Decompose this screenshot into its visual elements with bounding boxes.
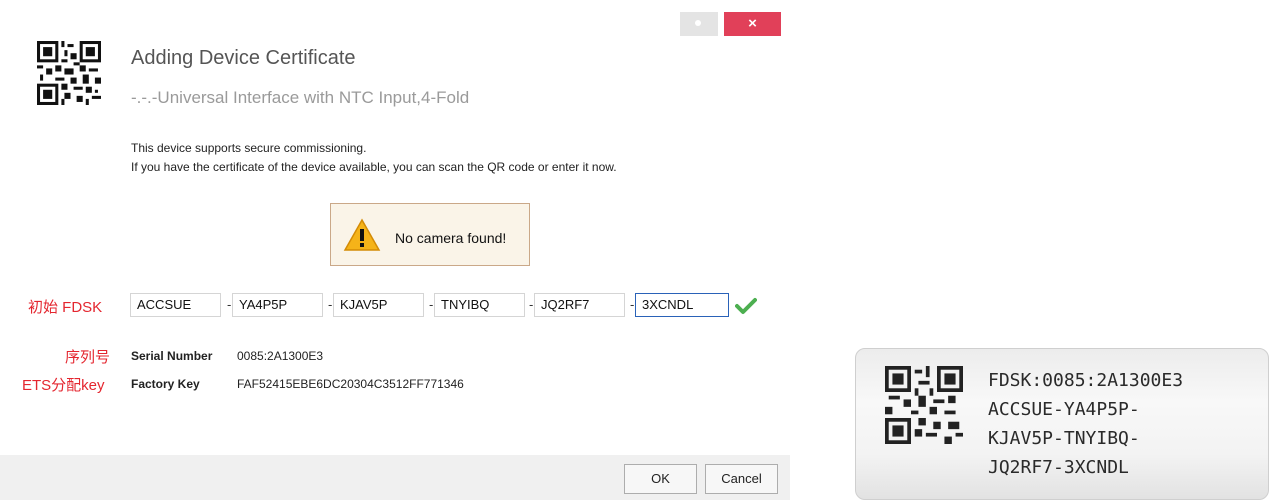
window-minimize-button[interactable] (680, 12, 718, 36)
description-line-2: If you have the certificate of the devic… (131, 160, 617, 174)
warning-icon (343, 218, 381, 251)
fdsk-annotation: 初始 FDSK (28, 299, 103, 316)
device-label-line-2: ACCSUE-YA4P5P- (988, 399, 1140, 420)
fdsk-field-5[interactable]: JQ2RF7 (534, 293, 625, 317)
ok-button[interactable]: OK (624, 464, 697, 494)
fdsk-separator: - (429, 297, 434, 312)
fdsk-field-6[interactable]: 3XCNDL (635, 293, 729, 317)
fdsk-field-4[interactable]: TNYIBQ (434, 293, 525, 317)
window-close-button[interactable]: × (724, 12, 781, 36)
fdsk-separator: - (227, 297, 232, 312)
key-annotation: ETS分配key (22, 377, 105, 394)
dialog-subtitle: -.-.-Universal Interface with NTC Input,… (131, 88, 470, 107)
fdsk-field-1[interactable]: ACCSUE (130, 293, 221, 317)
fdsk-field-2[interactable]: YA4P5P (232, 293, 323, 317)
cancel-button[interactable]: Cancel (705, 464, 778, 494)
factory-key-label: Factory Key (131, 377, 200, 391)
fdsk-field-3[interactable]: KJAV5P (333, 293, 424, 317)
close-icon: × (748, 15, 757, 32)
serial-number-label: Serial Number (131, 349, 213, 363)
device-label-line-1: FDSK:0085:2A1300E3 (988, 370, 1184, 391)
check-icon (735, 298, 757, 314)
dialog-title: Adding Device Certificate (131, 47, 356, 69)
fdsk-separator: - (328, 297, 333, 312)
warning-message: No camera found! (395, 230, 507, 246)
serial-number-value: 0085:2A1300E3 (237, 349, 324, 363)
fdsk-separator: - (630, 297, 635, 312)
description-line-1: This device supports secure commissionin… (131, 141, 367, 155)
device-label-line-4: JQ2RF7-3XCNDL (988, 457, 1129, 478)
qr-code-icon (37, 41, 101, 105)
device-label-line-3: KJAV5P-TNYIBQ- (988, 428, 1140, 449)
fdsk-separator: - (529, 297, 534, 312)
serial-annotation: 序列号 (65, 349, 111, 366)
factory-key-value: FAF52415EBE6DC20304C3512FF771346 (237, 377, 464, 391)
qr-code-icon (885, 366, 963, 444)
